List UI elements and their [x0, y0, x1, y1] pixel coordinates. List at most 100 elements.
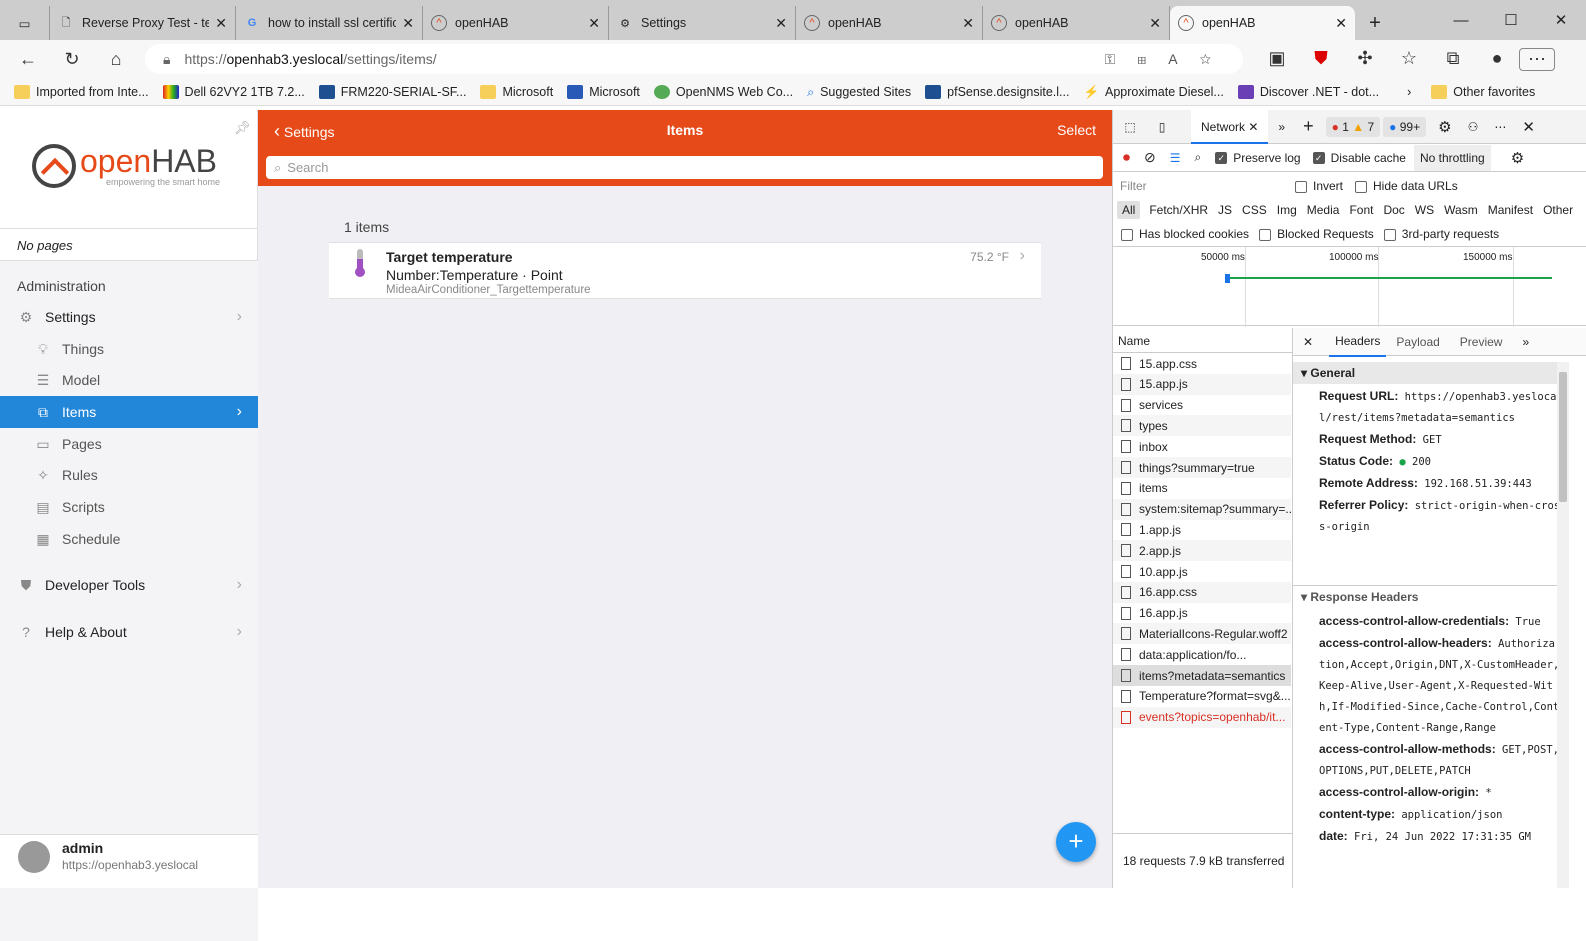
- close-tab-icon[interactable]: ✕: [962, 15, 974, 32]
- profile-avatar[interactable]: ●: [1475, 48, 1519, 71]
- bookmark[interactable]: pfSense.designsite.l...: [925, 84, 1069, 99]
- sidebar-item-items[interactable]: ⧉ Items ›: [0, 396, 258, 428]
- invert-checkbox[interactable]: Invert: [1295, 179, 1343, 193]
- type-filter-font[interactable]: Font: [1344, 201, 1378, 219]
- request-row[interactable]: things?summary=true: [1113, 457, 1291, 478]
- more-tabs-icon[interactable]: »: [1278, 120, 1285, 134]
- type-filter-manifest[interactable]: Manifest: [1483, 201, 1538, 219]
- messages-counter[interactable]: ● 99+: [1383, 116, 1427, 137]
- tab-actions-button[interactable]: ▭: [0, 6, 50, 40]
- disable-cache-checkbox[interactable]: ✓ Disable cache: [1312, 151, 1406, 165]
- record-icon[interactable]: ⏺: [1123, 149, 1130, 166]
- type-filter-doc[interactable]: Doc: [1378, 201, 1409, 219]
- name-column-header[interactable]: Name: [1113, 328, 1292, 353]
- favorites-icon[interactable]: ☆: [1387, 48, 1431, 71]
- bookmark[interactable]: ⚡ Approximate Diesel...: [1083, 85, 1223, 99]
- hide-data-urls-checkbox[interactable]: Hide data URLs: [1355, 179, 1458, 193]
- request-row[interactable]: inbox: [1113, 436, 1291, 457]
- browser-tab[interactable]: ^ openHAB ✕: [796, 6, 983, 40]
- device-toolbar-icon[interactable]: ▯: [1147, 120, 1177, 134]
- minimize-button[interactable]: —: [1436, 12, 1486, 29]
- bookmark[interactable]: OpenNMS Web Co...: [653, 84, 793, 99]
- item-list-row[interactable]: Target temperature Number:Temperature · …: [329, 242, 1041, 299]
- has-blocked-cookies-checkbox[interactable]: Has blocked cookies: [1121, 227, 1249, 241]
- bookmark[interactable]: Discover .NET - dot...: [1237, 84, 1379, 99]
- request-row[interactable]: 15.app.js: [1113, 373, 1291, 395]
- close-details-icon[interactable]: ✕: [1303, 335, 1313, 349]
- response-headers-section[interactable]: ▾ Response Headers: [1301, 590, 1418, 604]
- browser-tab[interactable]: ^ openHAB ✕: [423, 6, 609, 40]
- preserve-log-checkbox[interactable]: ✓ Preserve log: [1215, 151, 1301, 165]
- browser-tab-active[interactable]: ^ openHAB ✕: [1170, 6, 1355, 40]
- request-row[interactable]: Temperature?format=svg&...: [1113, 686, 1291, 707]
- new-tab-button[interactable]: +: [1355, 6, 1395, 40]
- bookmark[interactable]: Microsoft: [480, 84, 553, 99]
- more-detail-tabs-icon[interactable]: »: [1522, 335, 1529, 349]
- type-filter-ws[interactable]: WS: [1410, 201, 1439, 219]
- add-item-fab[interactable]: +: [1056, 822, 1096, 862]
- request-row[interactable]: 16.app.js: [1113, 603, 1291, 624]
- search-input[interactable]: ⌕ Search: [266, 156, 1103, 179]
- request-row[interactable]: 2.app.js: [1113, 540, 1291, 562]
- add-tab-icon[interactable]: +: [1303, 116, 1314, 137]
- type-filter-js[interactable]: JS: [1213, 201, 1237, 219]
- request-row[interactable]: 15.app.css: [1113, 353, 1291, 374]
- filter-icon[interactable]: ☰: [1170, 151, 1181, 165]
- type-filter-fetchxhr[interactable]: Fetch/XHR: [1144, 201, 1213, 219]
- sidebar-item-rules[interactable]: ✧ Rules: [0, 459, 258, 491]
- feedback-icon[interactable]: ⚇: [1468, 120, 1479, 134]
- sidebar-item-model[interactable]: ☰ Model: [0, 364, 258, 396]
- tab-preview[interactable]: Preview: [1460, 335, 1503, 349]
- sidebar-item-things[interactable]: 💡︎ Things: [0, 333, 258, 365]
- request-row[interactable]: 16.app.css: [1113, 581, 1291, 603]
- type-filter-all[interactable]: All: [1117, 201, 1141, 219]
- type-filter-other[interactable]: Other: [1538, 201, 1578, 219]
- pin-icon[interactable]: 📌︎: [234, 120, 251, 136]
- sidebar-item-help[interactable]: ? Help & About ›: [0, 616, 258, 648]
- tab-network[interactable]: Network ✕: [1191, 109, 1269, 144]
- type-filter-css[interactable]: CSS: [1237, 201, 1272, 219]
- request-row[interactable]: services: [1113, 395, 1291, 416]
- request-row[interactable]: system:sitemap?summary=...: [1113, 498, 1291, 520]
- issues-counter[interactable]: ● 1 ▲ 7: [1325, 116, 1381, 137]
- details-scrollbar[interactable]: [1557, 362, 1569, 888]
- reload-button[interactable]: ↻: [50, 49, 94, 70]
- request-row[interactable]: data:application/fo...: [1113, 644, 1291, 665]
- sidebar-item-pages[interactable]: ▭ Pages: [0, 428, 258, 460]
- request-row[interactable]: events?topics=openhab/it...: [1113, 706, 1291, 728]
- type-filter-wasm[interactable]: Wasm: [1439, 201, 1483, 219]
- close-tab-icon[interactable]: ✕: [588, 15, 600, 32]
- third-party-checkbox[interactable]: 3rd-party requests: [1383, 227, 1499, 241]
- address-bar[interactable]: 🔒︎ https://openhab3.yeslocal/settings/it…: [145, 44, 1243, 74]
- request-row[interactable]: 10.app.js: [1113, 561, 1291, 582]
- close-window-button[interactable]: ✕: [1536, 11, 1586, 29]
- maximize-button[interactable]: ☐: [1486, 11, 1536, 29]
- browser-tab[interactable]: ⚙ Settings ✕: [609, 6, 796, 40]
- select-button[interactable]: Select: [1057, 122, 1096, 138]
- tab-headers[interactable]: Headers: [1329, 328, 1387, 357]
- collections-icon[interactable]: ▣: [1255, 48, 1299, 71]
- network-timeline[interactable]: 50000 ms 100000 ms 150000 ms: [1113, 246, 1586, 327]
- clear-icon[interactable]: ⊘: [1144, 149, 1156, 166]
- bookmark[interactable]: Microsoft: [567, 84, 640, 99]
- general-section-header[interactable]: ▾ General: [1293, 362, 1563, 384]
- search-icon[interactable]: ⌕: [1195, 150, 1202, 165]
- close-tab-icon[interactable]: ✕: [1335, 15, 1347, 32]
- other-favorites[interactable]: Other favorites: [1431, 84, 1535, 99]
- blocked-requests-checkbox[interactable]: Blocked Requests: [1259, 227, 1374, 241]
- back-button[interactable]: ←: [6, 49, 50, 70]
- type-filter-media[interactable]: Media: [1302, 201, 1345, 219]
- request-row[interactable]: MaterialIcons-Regular.woff2: [1113, 623, 1291, 645]
- request-row[interactable]: 1.app.js: [1113, 519, 1291, 540]
- browser-tab[interactable]: 🗋 Reverse Proxy Test - tes ✕: [50, 6, 236, 40]
- close-tab-icon[interactable]: ✕: [775, 15, 787, 32]
- close-devtools-icon[interactable]: ✕: [1522, 118, 1535, 136]
- bookmarks-overflow-chevron-icon[interactable]: ›: [1407, 85, 1411, 99]
- close-tab-icon[interactable]: ✕: [402, 15, 414, 32]
- sidebar-item-schedule[interactable]: ▦ Schedule: [0, 523, 258, 555]
- bookmark[interactable]: Dell 62VY2 1TB 7.2...: [162, 84, 305, 99]
- collections-add-icon[interactable]: ⧉: [1431, 48, 1475, 71]
- close-tab-icon[interactable]: ✕: [1149, 15, 1161, 32]
- home-button[interactable]: ⌂: [94, 49, 138, 70]
- browser-tab[interactable]: Ghow to install ssl certific ✕: [236, 6, 423, 40]
